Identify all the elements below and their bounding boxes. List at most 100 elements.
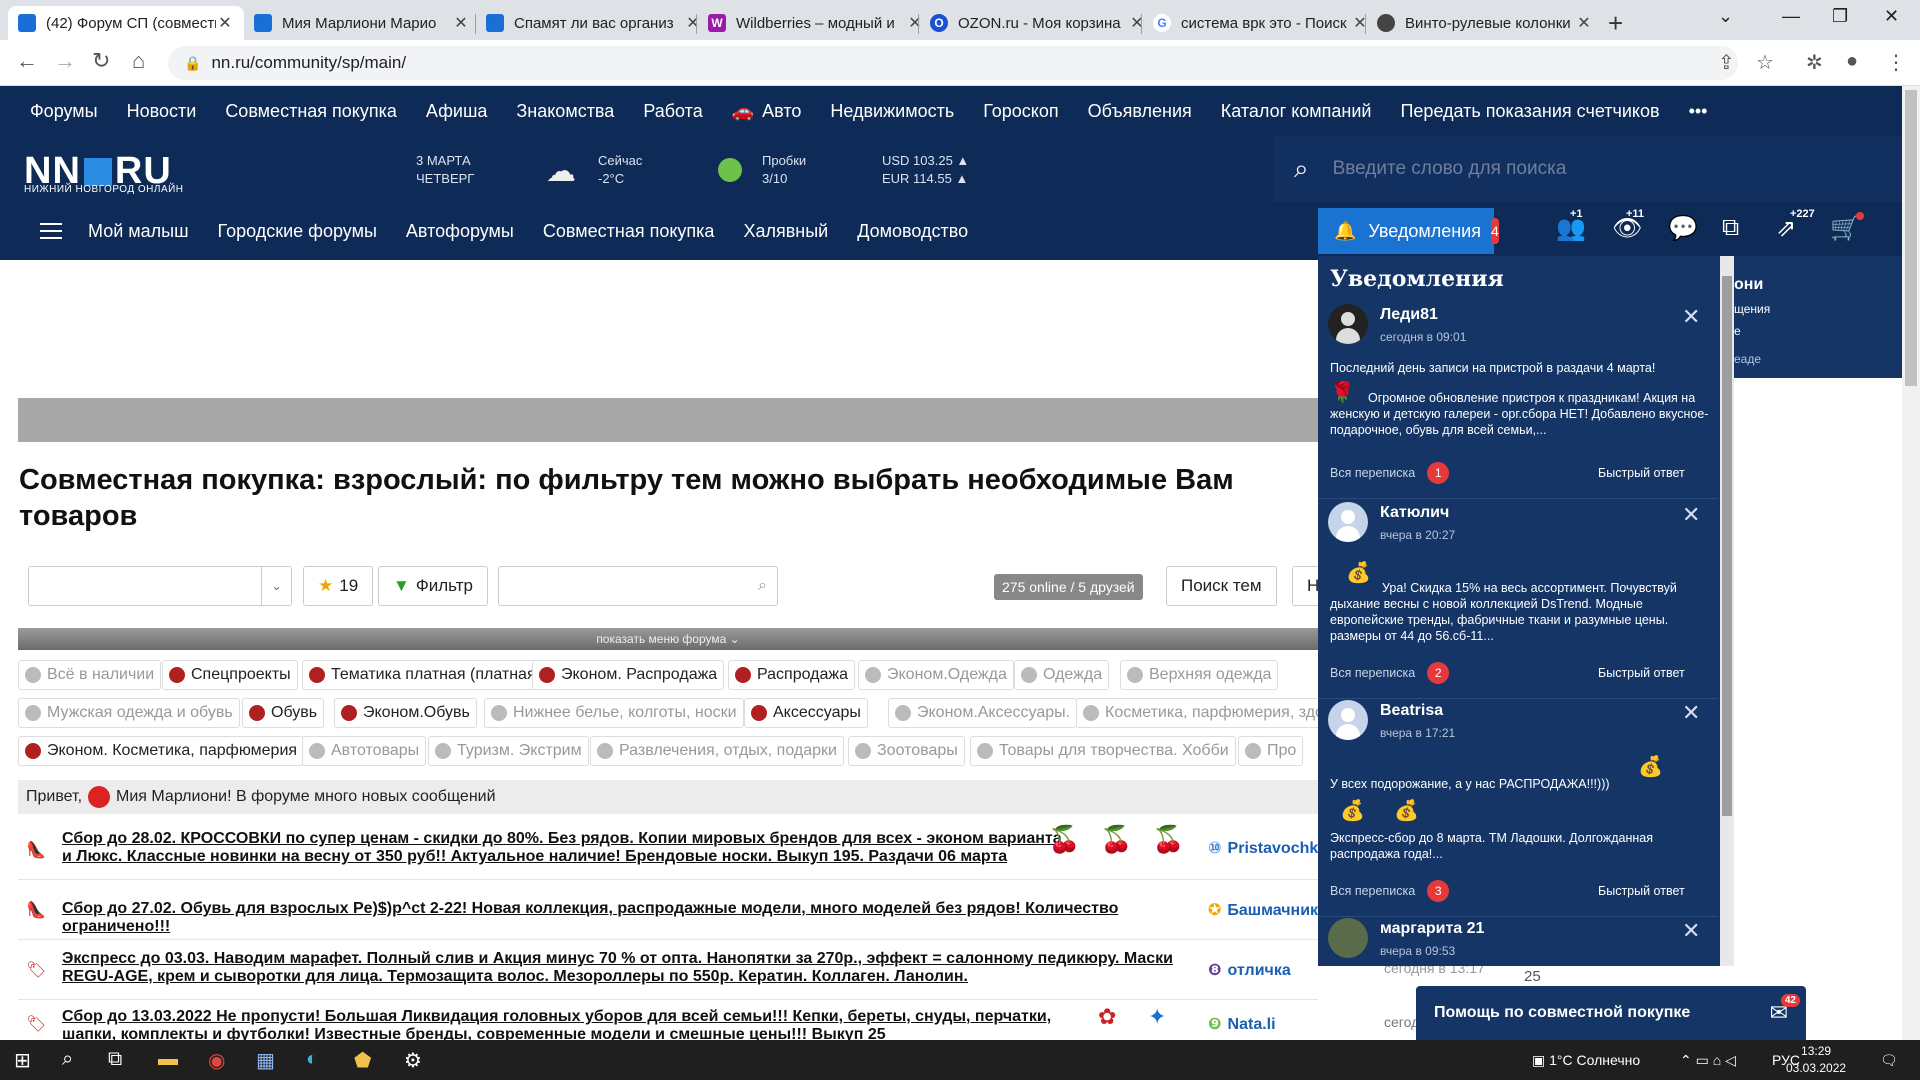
filter-button[interactable]: ▼ Фильтр [378, 566, 488, 606]
tab-spam[interactable]: Спамят ли вас организ ✕ [476, 6, 712, 40]
nav-catalog[interactable]: Каталог компаний [1221, 101, 1372, 122]
close-tab-icon[interactable]: ✕ [452, 13, 470, 33]
close-icon[interactable]: ✕ [1682, 700, 1700, 726]
quick-reply-button[interactable]: Быстрый ответ [1598, 884, 1685, 898]
rates-block[interactable]: USD 103.25 ▲ EUR 114.55 ▲ [882, 152, 969, 188]
nav-afisha[interactable]: Афиша [426, 101, 488, 122]
weather-block[interactable]: Сейчас -2°C [598, 152, 642, 188]
all-messages-link[interactable]: Вся переписка 2 [1330, 662, 1450, 684]
nav-dating[interactable]: Знакомства [516, 101, 614, 122]
new-tab-icon[interactable]: + [1608, 8, 1623, 39]
nav-ads[interactable]: Объявления [1088, 101, 1192, 122]
topic-author[interactable]: ❽ отличка [1208, 960, 1291, 980]
category-chip[interactable]: Зоотовары [848, 736, 965, 766]
show-forum-menu[interactable]: показать меню форума ⌄ [18, 628, 1318, 650]
restore-icon[interactable]: ❐ [1832, 6, 1848, 27]
user-avatar[interactable] [88, 786, 111, 808]
profile-avatar-icon[interactable]: ● [1846, 50, 1858, 73]
weather-tray[interactable]: ▣ 1°C Солнечно [1532, 1052, 1640, 1069]
tab-profile[interactable]: Мия Марлиони Марио ✕ [244, 6, 480, 40]
category-chip[interactable]: Эконом.Аксессуары. [888, 698, 1078, 728]
subnav-household[interactable]: Домоводство [857, 221, 968, 242]
page-scrollbar[interactable] [1902, 86, 1920, 1040]
category-chip[interactable]: Аксессуары [744, 698, 868, 728]
category-chip[interactable]: Автотовары [302, 736, 427, 766]
all-messages-link[interactable]: Вся переписка 1 [1330, 462, 1450, 484]
category-chip[interactable]: Распродажа [728, 660, 855, 690]
nav-forums[interactable]: Форумы [30, 101, 98, 122]
topic-link[interactable]: Экспресс до 03.03. Наводим марафет. Полн… [62, 950, 1212, 986]
bookmark-star-icon[interactable]: ☆ [1756, 50, 1774, 75]
close-icon[interactable]: ✕ [1682, 502, 1700, 528]
chrome-icon[interactable]: ◉ [208, 1048, 225, 1073]
topic-author[interactable]: ✪ Башмачник [1208, 900, 1318, 920]
category-chip[interactable]: Нижнее белье, колготы, носки [484, 698, 744, 728]
menu-icon[interactable] [40, 223, 62, 239]
url-input[interactable]: 🔒 nn.ru/community/sp/main/ [168, 46, 1738, 80]
notifications-tray-icon[interactable]: 🗨 [1880, 1052, 1898, 1069]
subnav-joint-purchase[interactable]: Совместная покупка [543, 221, 715, 242]
app-icon[interactable]: ⬟ [354, 1048, 371, 1073]
tab-ozon[interactable]: O OZON.ru - Моя корзина ✕ [920, 6, 1156, 40]
category-chip[interactable]: Косметика, парфюмерия, здо [1076, 698, 1331, 728]
category-chip[interactable]: Одежда [1014, 660, 1110, 690]
tray-icons[interactable]: ⌃ ▭ ⌂ ◁ [1680, 1052, 1736, 1069]
quick-reply-button[interactable]: Быстрый ответ [1598, 466, 1685, 480]
windows-start-icon[interactable]: ⊞ [14, 1048, 31, 1073]
all-messages-link[interactable]: Вся переписка 3 [1330, 880, 1450, 902]
views-eye-icon[interactable]: 👁 +11 [1612, 208, 1644, 243]
close-tab-icon[interactable]: ✕ [216, 13, 234, 33]
page-scroll-thumb[interactable] [1905, 90, 1917, 386]
topic-link[interactable]: Сбор до 13.03.2022 Не пропусти! Большая … [62, 1008, 1102, 1040]
task-view-icon[interactable]: ⧉ [108, 1048, 122, 1071]
category-chip[interactable]: Туризм. Экстрим [428, 736, 589, 766]
calculator-icon[interactable]: ▦ [256, 1048, 275, 1073]
browser-menu-icon[interactable]: ⋮ [1886, 50, 1906, 75]
category-chip[interactable]: Эконом. Распродажа [532, 660, 725, 690]
user-avatar[interactable] [1328, 918, 1368, 958]
tab-forum-sp[interactable]: (42) Форум СП (совместн ✕ [8, 6, 244, 40]
nav-realty[interactable]: Недвижимость [830, 101, 954, 122]
edge-icon[interactable]: ◐ [306, 1048, 318, 1071]
category-chip[interactable]: Тематика платная (платная) [302, 660, 548, 690]
subnav-auto-forums[interactable]: Автофорумы [406, 221, 514, 242]
minimize-icon[interactable]: — [1782, 6, 1800, 27]
category-chip[interactable]: Развлечения, отдых, подарки [590, 736, 844, 766]
topic-search-input[interactable]: ⌕ [498, 566, 778, 606]
tab-google[interactable]: G система врк это - Поиск ✕ [1143, 6, 1379, 40]
nav-horoscope[interactable]: Гороскоп [983, 101, 1058, 122]
category-chip[interactable]: Эконом. Косметика, парфюмерия [18, 736, 305, 766]
nav-joint-purchase[interactable]: Совместная покупка [225, 101, 397, 122]
panel-scroll-thumb[interactable] [1722, 276, 1732, 816]
search-icon[interactable]: ⌕ [1294, 153, 1309, 185]
close-icon[interactable]: ✕ [1682, 304, 1700, 330]
user-avatar[interactable] [1328, 700, 1368, 740]
reload-icon[interactable]: ↻ [92, 48, 110, 74]
notification-sender[interactable]: Beatrisa [1380, 702, 1443, 720]
tab-wildberries[interactable]: W Wildberries – модный и ✕ [698, 6, 934, 40]
topic-author[interactable]: ⑩ Pristavochka [1208, 838, 1327, 858]
friends-icon[interactable]: 👥 +1 [1556, 208, 1586, 243]
subnav-city-forums[interactable]: Городские форумы [218, 221, 377, 242]
notification-sender[interactable]: Леди81 [1380, 306, 1438, 324]
close-icon[interactable]: ✕ [1682, 918, 1700, 944]
topic-link[interactable]: Сбор до 28.02. КРОССОВКИ по супер ценам … [62, 830, 1072, 866]
tab-search-icon[interactable]: ⌄ [1718, 6, 1733, 27]
category-chip[interactable]: Эконом.Обувь [334, 698, 477, 728]
search-icon[interactable]: ⌕ [62, 1048, 73, 1071]
home-icon[interactable]: ⌂ [132, 48, 145, 74]
category-chip[interactable]: Обувь [242, 698, 325, 728]
extensions-icon[interactable]: ✲ [1806, 50, 1823, 75]
help-joint-purchase-button[interactable]: Помощь по совместной покупке ✉ 42 [1416, 986, 1806, 1040]
nav-news[interactable]: Новости [127, 101, 197, 122]
quick-reply-button[interactable]: Быстрый ответ [1598, 666, 1685, 680]
user-avatar[interactable] [1328, 304, 1368, 344]
subnav-free[interactable]: Халявный [743, 221, 828, 242]
favorites-button[interactable]: ★ 19 [303, 566, 374, 606]
traffic-block[interactable]: Пробки 3/10 [762, 152, 806, 188]
notification-sender[interactable]: Катюлич [1380, 504, 1449, 522]
file-explorer-icon[interactable]: ▬ [158, 1048, 178, 1071]
clock[interactable]: 13:29 03.03.2022 [1786, 1043, 1846, 1077]
back-icon[interactable]: ← [16, 48, 38, 74]
topic-author[interactable]: ❾ Nata.li [1208, 1014, 1276, 1034]
